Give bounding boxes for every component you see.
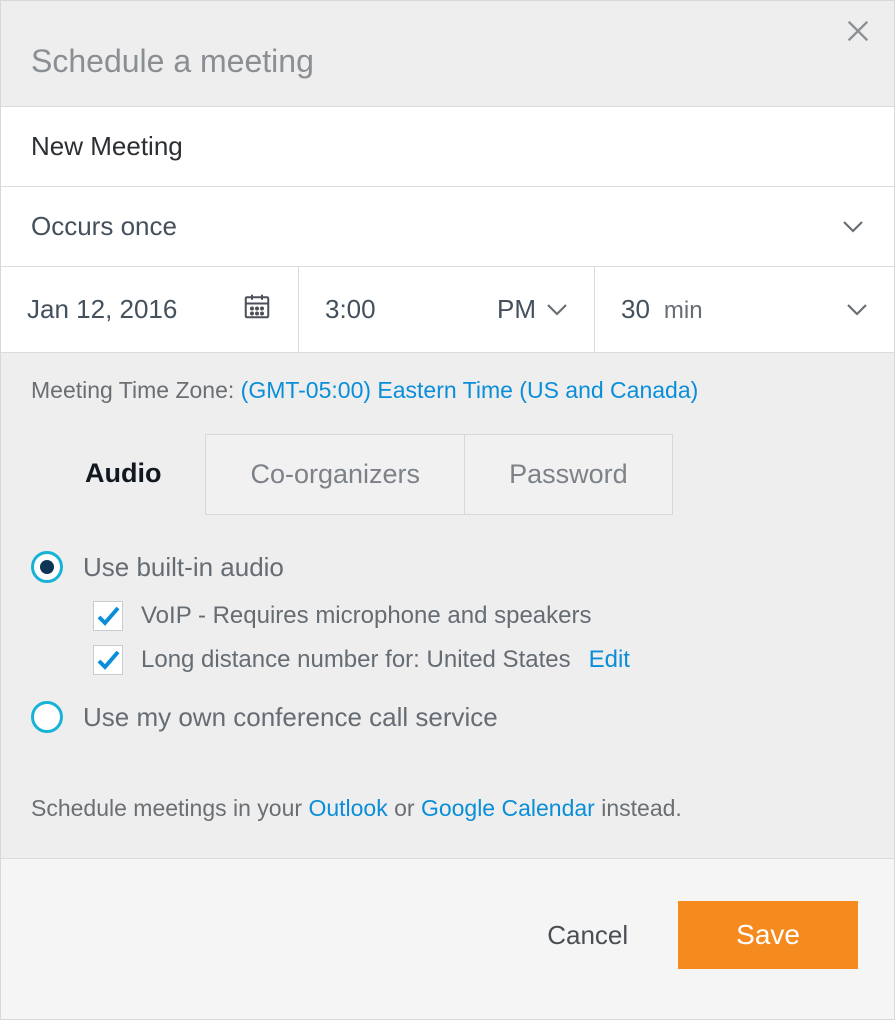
tab-audio[interactable]: Audio <box>31 434 206 515</box>
audio-panel: Use built-in audio VoIP - Requires micro… <box>1 515 894 763</box>
chevron-down-icon <box>842 220 864 234</box>
checkmark-icon <box>93 645 123 675</box>
duration-value: 30 <box>621 294 650 325</box>
tab-password[interactable]: Password <box>465 434 673 515</box>
calendar-icon <box>242 291 272 328</box>
timezone-label: Meeting Time Zone: <box>31 377 241 403</box>
date-value: Jan 12, 2016 <box>27 294 177 325</box>
dialog-title: Schedule a meeting <box>1 1 894 106</box>
tab-coorganizers[interactable]: Co-organizers <box>206 434 465 515</box>
time-value: 3:00 <box>325 294 376 325</box>
timezone-link[interactable]: (GMT-05:00) Eastern Time (US and Canada) <box>241 377 699 403</box>
chevron-down-icon <box>546 303 568 317</box>
close-button[interactable] <box>844 17 872 50</box>
cancel-button[interactable]: Cancel <box>541 919 634 952</box>
outlook-link[interactable]: Outlook <box>308 795 387 821</box>
chevron-down-icon <box>846 303 868 317</box>
timezone-line: Meeting Time Zone: (GMT-05:00) Eastern T… <box>1 353 894 434</box>
radio-builtin-audio[interactable]: Use built-in audio <box>31 551 864 583</box>
meeting-name-row[interactable]: New Meeting <box>1 106 894 186</box>
close-icon <box>844 32 872 49</box>
radio-own-conference[interactable]: Use my own conference call service <box>31 701 864 733</box>
occurrence-value: Occurs once <box>31 211 177 242</box>
datetime-row: Jan 12, 2016 3:00 PM 30 min <box>1 266 894 353</box>
checkmark-icon <box>93 601 123 631</box>
long-distance-label: Long distance number for: United States <box>141 646 571 674</box>
own-conference-label: Use my own conference call service <box>83 702 498 733</box>
duration-picker[interactable]: 30 min <box>595 267 894 352</box>
builtin-audio-options: VoIP - Requires microphone and speakers … <box>31 601 864 675</box>
save-button[interactable]: Save <box>678 901 858 969</box>
ld-country: United States <box>427 646 571 673</box>
radio-icon-selected <box>31 551 63 583</box>
voip-label: VoIP - Requires microphone and speakers <box>141 602 591 630</box>
builtin-audio-label: Use built-in audio <box>83 552 284 583</box>
schedule-meeting-dialog: Schedule a meeting New Meeting Occurs on… <box>0 0 895 1020</box>
ld-prefix: Long distance number for: <box>141 646 427 673</box>
instead-prefix: Schedule meetings in your <box>31 795 308 821</box>
radio-icon-unselected <box>31 701 63 733</box>
google-calendar-link[interactable]: Google Calendar <box>421 795 595 821</box>
schedule-instead-line: Schedule meetings in your Outlook or Goo… <box>1 763 894 858</box>
ampm-value: PM <box>497 294 536 325</box>
instead-suffix: instead. <box>595 795 682 821</box>
checkbox-voip[interactable]: VoIP - Requires microphone and speakers <box>93 601 864 631</box>
checkbox-long-distance[interactable]: Long distance number for: United States … <box>93 645 864 675</box>
edit-long-distance-link[interactable]: Edit <box>589 646 630 674</box>
time-picker[interactable]: 3:00 PM <box>299 267 595 352</box>
occurrence-dropdown[interactable]: Occurs once <box>1 186 894 266</box>
meeting-name-value: New Meeting <box>31 131 183 162</box>
instead-or: or <box>388 795 421 821</box>
date-picker[interactable]: Jan 12, 2016 <box>1 267 299 352</box>
duration-unit: min <box>664 297 703 325</box>
dialog-footer: Cancel Save <box>1 858 894 1019</box>
tabs: Audio Co-organizers Password <box>1 434 894 515</box>
